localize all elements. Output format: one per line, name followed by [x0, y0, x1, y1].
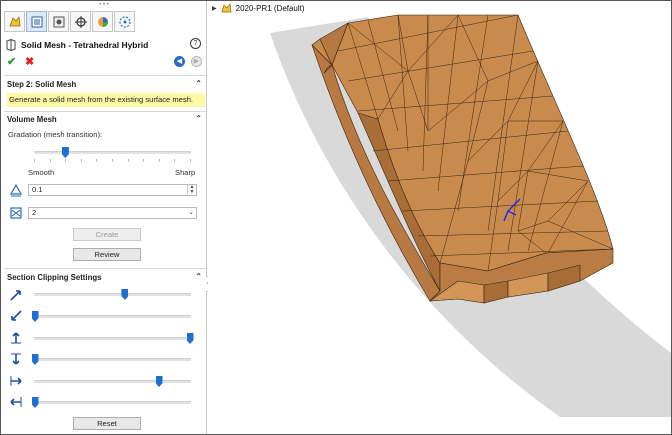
- smooth-label: Smooth: [28, 168, 55, 177]
- tab-property-manager[interactable]: [26, 11, 47, 32]
- cancel-button[interactable]: ✖: [25, 55, 34, 68]
- gradation-ticks: [34, 159, 191, 163]
- clip-x-positive-icon: [10, 290, 21, 301]
- tab-dimxpert-manager[interactable]: [70, 11, 91, 32]
- property-manager-icon: [31, 16, 42, 27]
- instruction-text: Generate a solid mesh from the existing …: [7, 93, 205, 107]
- clip-slider-thumb[interactable]: [31, 311, 39, 322]
- layers-icon: [10, 207, 22, 219]
- clip-slider-track[interactable]: [34, 358, 191, 361]
- tab-appearance-manager[interactable]: [114, 11, 135, 32]
- back-button[interactable]: ◀: [174, 56, 185, 67]
- model-view[interactable]: [208, 1, 671, 434]
- clip-slider-thumb[interactable]: [121, 289, 129, 300]
- target-icon: [118, 15, 131, 28]
- reset-button[interactable]: Reset: [73, 417, 141, 430]
- divider: [4, 75, 206, 76]
- element-size-input[interactable]: 0.1 ▲ ▼: [28, 184, 197, 196]
- panel-title-row: Solid Mesh - Tetrahedral Hybrid ?: [6, 38, 204, 52]
- property-manager-panel: • • • Solid Mesh - Tetrahedral Hybrid ? …: [1, 1, 207, 434]
- clip-slider-track[interactable]: [34, 401, 191, 404]
- meshed-part: [311, 14, 614, 304]
- tab-feature-manager[interactable]: [4, 11, 25, 32]
- crosshair-icon: [74, 15, 87, 28]
- gradation-slider-thumb[interactable]: [61, 147, 69, 158]
- create-button[interactable]: Create: [73, 228, 141, 241]
- next-button[interactable]: ▶: [191, 56, 202, 67]
- clip-x-negative-icon: [11, 310, 22, 321]
- collapse-caret-icon[interactable]: ⌃: [195, 114, 202, 123]
- clip-z-negative-icon: [10, 397, 22, 407]
- clip-slider-thumb[interactable]: [31, 397, 39, 408]
- clip-slider-thumb[interactable]: [155, 376, 163, 387]
- ok-cancel-row: ✔ ✖ ◀ ▶: [7, 56, 203, 68]
- collapse-caret-icon[interactable]: ⌃: [195, 272, 202, 281]
- review-button[interactable]: Review: [73, 248, 141, 261]
- layer-count-select[interactable]: 2 ⌄: [28, 207, 197, 219]
- volume-mesh-heading[interactable]: Volume Mesh ⌃: [7, 114, 204, 127]
- display-manager-icon: [97, 16, 108, 27]
- clip-y-positive-icon: [11, 332, 21, 344]
- clip-y-negative-icon: [11, 353, 21, 365]
- clip-slider-thumb[interactable]: [31, 354, 39, 365]
- solid-mesh-icon: [6, 39, 16, 51]
- chevron-down-icon[interactable]: ⌄: [188, 208, 194, 218]
- tab-configuration-manager[interactable]: [48, 11, 69, 32]
- clip-slider-thumb[interactable]: [186, 333, 194, 344]
- clip-slider-track[interactable]: [34, 337, 191, 340]
- section-clipping-heading[interactable]: Section Clipping Settings ⌃: [7, 272, 204, 285]
- collapse-caret-icon[interactable]: ⌃: [195, 79, 202, 88]
- tab-display-manager[interactable]: [92, 11, 113, 32]
- divider: [4, 111, 206, 112]
- clip-z-positive-icon: [10, 376, 22, 386]
- gradation-slider-track[interactable]: [34, 151, 191, 154]
- clip-slider-track[interactable]: [34, 380, 191, 383]
- step-section-heading[interactable]: Step 2: Solid Mesh ⌃: [7, 79, 204, 92]
- sharp-label: Sharp: [175, 168, 196, 177]
- ok-button[interactable]: ✔: [7, 55, 16, 68]
- element-size-icon: [9, 183, 23, 197]
- graphics-viewport[interactable]: ▶ 2020-PR1 (Default): [208, 1, 671, 434]
- help-icon[interactable]: ?: [190, 38, 201, 49]
- size-spinner[interactable]: ▲ ▼: [187, 185, 196, 195]
- panel-title: Solid Mesh - Tetrahedral Hybrid: [21, 40, 149, 50]
- clip-slider-track[interactable]: [34, 315, 191, 318]
- panel-tabbar: [4, 11, 135, 33]
- clip-slider-track[interactable]: [34, 293, 191, 296]
- gradation-label: Gradation (mesh transition):: [8, 130, 103, 139]
- panel-grip[interactable]: • • •: [1, 2, 207, 8]
- feature-manager-icon: [8, 15, 20, 26]
- divider: [4, 268, 206, 269]
- configuration-manager-icon: [53, 16, 64, 27]
